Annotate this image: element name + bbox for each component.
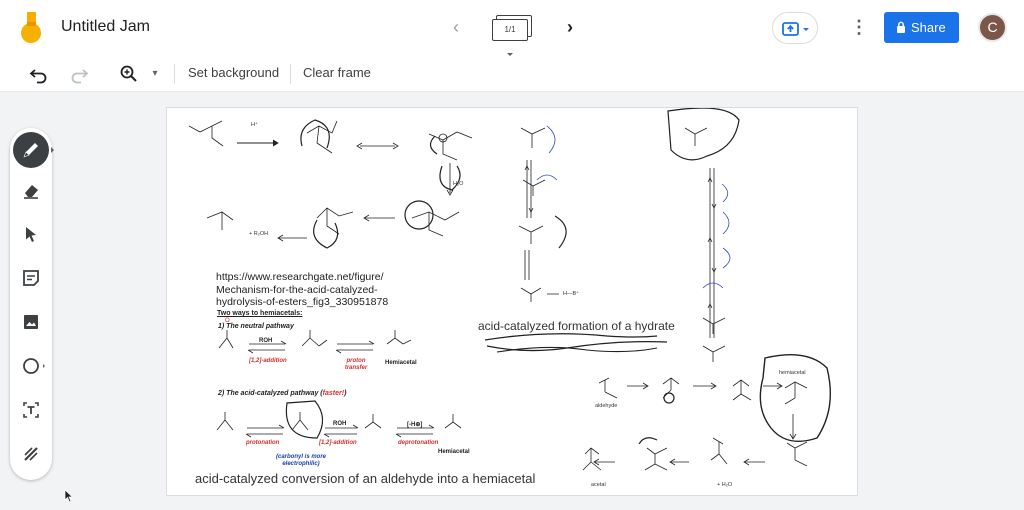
eraser-icon [24, 185, 38, 199]
sticky-note-icon [23, 270, 39, 286]
share-button[interactable]: Share [884, 12, 959, 43]
zoom-icon [120, 65, 137, 82]
hemiacetal-label: Hemiacetal [438, 449, 470, 455]
acid-pathway-heading: 2) The acid-catalyzed pathway (faster!) [218, 390, 346, 397]
circle-icon [23, 358, 39, 374]
pen-tool-button[interactable] [13, 132, 54, 168]
alcohol-label: + R₂OH [249, 231, 269, 237]
jamboard-logo-icon[interactable] [20, 12, 42, 44]
minus-h-label: [-H⊕] [407, 422, 423, 428]
hydrate-caption: acid-catalyzed formation of a hydrate [478, 319, 675, 333]
share-label: Share [911, 20, 946, 35]
more-options-button[interactable]: ⋮ [850, 16, 868, 38]
pen-icon [23, 143, 38, 158]
water-label: H₂O [453, 181, 464, 187]
image-tool-button[interactable] [13, 304, 49, 340]
circle-tool-button[interactable] [13, 348, 49, 384]
hemiacetal-small-label: hemiacetal [779, 370, 806, 376]
laser-tool-button[interactable] [13, 436, 49, 472]
undo-icon [29, 69, 47, 84]
frame-counter: 1/1 [504, 25, 516, 34]
zoom-button[interactable] [118, 63, 140, 85]
url-line: https://www.researchgate.net/figure/ [216, 271, 384, 283]
redo-button[interactable] [68, 63, 90, 85]
chevron-right-icon [43, 364, 45, 368]
hemiacetal-section-title: Two ways to hemiacetals: [217, 310, 303, 317]
proton-transfer-label: proton transfer [344, 358, 368, 371]
addition-label: [1,2]-addition [319, 440, 357, 446]
cast-icon [782, 22, 809, 36]
text-box-icon [23, 402, 39, 418]
source-url-text: https://www.researchgate.net/figure/ Mec… [216, 271, 416, 309]
url-line: hydrolysis-of-esters_fig3_330951878 [216, 296, 389, 308]
text-box-tool-button[interactable] [13, 392, 49, 428]
addition-label: [1,2]-addition [249, 358, 287, 364]
next-frame-button[interactable]: › [560, 16, 580, 38]
whiteboard-canvas[interactable]: O https://www.researchgate.net/figure/ M… [166, 107, 858, 496]
toolbar-divider [174, 64, 175, 84]
hemiacetal-caption: acid-catalyzed conversion of an aldehyde… [195, 471, 536, 486]
mouse-cursor-icon [64, 489, 74, 503]
tool-palette [10, 128, 54, 480]
previous-frame-button[interactable]: ‹ [446, 16, 466, 38]
frame-bar-button[interactable]: 1/1 [492, 15, 532, 56]
laser-icon [24, 447, 38, 461]
h-plus-label: H⁺ [251, 122, 258, 128]
image-icon [24, 315, 38, 329]
acid-pathway-suffix: ) [344, 390, 347, 397]
carbonyl-note: (carbonyl is more electrophilic) [275, 454, 326, 467]
neutral-pathway-heading: 1) The neutral pathway [218, 323, 294, 330]
user-avatar[interactable]: C [978, 13, 1007, 42]
protonation-label: protonation [246, 440, 280, 446]
roh-label: ROH [333, 421, 347, 427]
eraser-tool-button[interactable] [13, 172, 49, 208]
chevron-right-icon [51, 147, 54, 153]
document-title[interactable]: Untitled Jam [61, 18, 150, 36]
cursor-icon [26, 227, 36, 242]
undo-button[interactable] [28, 63, 50, 85]
app-header: Untitled Jam ‹ 1/1 › ⋮ Share C [0, 0, 1024, 56]
url-line: Mechanism-for-the-acid-catalyzed- [216, 283, 378, 296]
roh-label: ROH [259, 338, 273, 344]
clear-frame-button[interactable]: Clear frame [303, 65, 371, 80]
aldehyde-label: aldehyde [595, 403, 618, 409]
acid-pathway-prefix: 2) The acid-catalyzed pathway ( [218, 390, 323, 397]
water-byproduct-label: + H₂O [717, 482, 733, 488]
cast-to-meeting-button[interactable] [772, 12, 818, 44]
zoom-dropdown-chevron-down-icon[interactable]: ▾ [146, 63, 164, 85]
frame-toolbar: ▾ Set background Clear frame [0, 56, 1024, 92]
acid-pathway-fast: faster! [322, 390, 345, 397]
deprotonation-label: deprotonation [398, 440, 439, 446]
hb-label: H—B⁺ [563, 291, 580, 297]
toolbar-divider [290, 64, 291, 84]
lock-icon [897, 21, 905, 33]
redo-icon [71, 69, 89, 84]
workspace: O https://www.researchgate.net/figure/ M… [0, 92, 1024, 510]
set-background-button[interactable]: Set background [188, 65, 279, 80]
acetal-label: acetal [591, 482, 606, 488]
hemiacetal-label: Hemiacetal [385, 360, 417, 366]
sticky-note-tool-button[interactable] [13, 260, 49, 296]
select-tool-button[interactable] [13, 216, 49, 252]
